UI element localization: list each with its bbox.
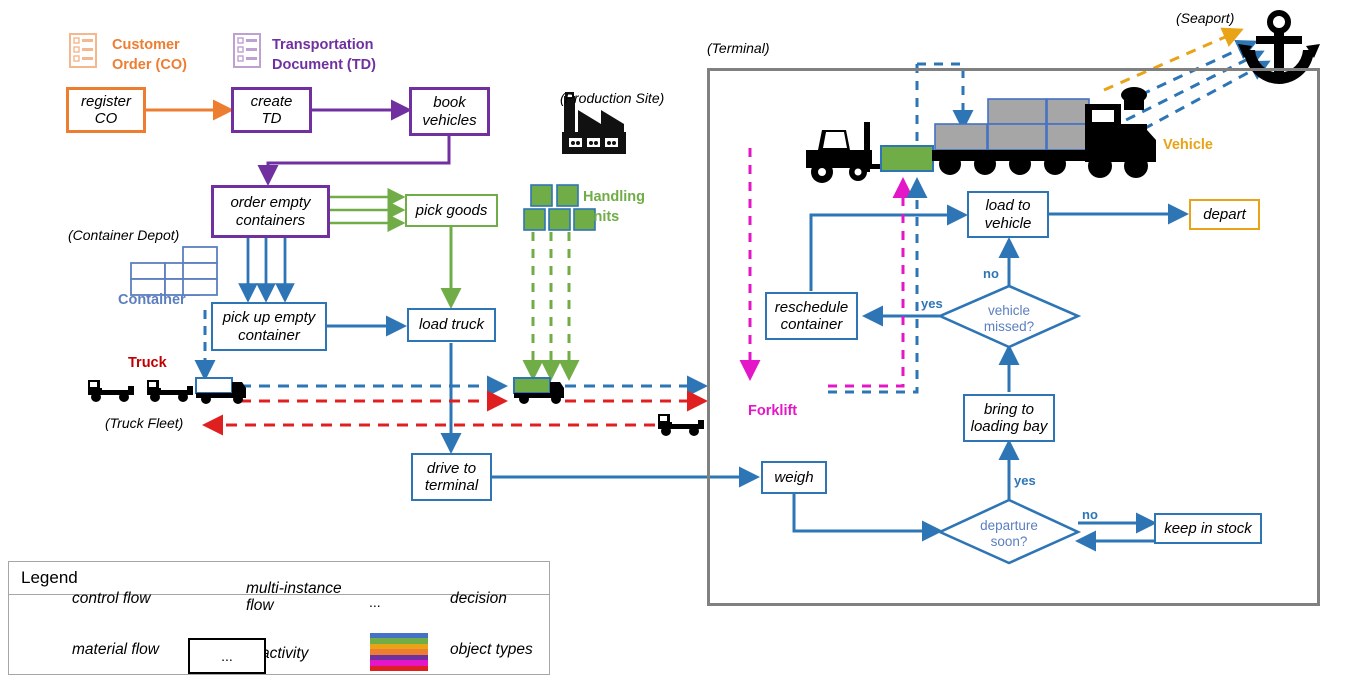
decision-vehicle-missed-text[interactable]: vehicle missed?: [959, 303, 1059, 335]
bring-line1: bring to: [983, 400, 1035, 418]
activity-bring-to-loading-bay[interactable]: bring to loading bay: [963, 394, 1055, 442]
vm-line1: vehicle: [987, 303, 1031, 318]
book-vehicles-line1: book: [433, 94, 466, 112]
label-terminal: (Terminal): [707, 40, 770, 56]
create-td-line2: TD: [261, 110, 282, 127]
ds-line2: soon?: [990, 534, 1028, 550]
legend-label-multi-instance-flow: multi-instance flow: [246, 580, 342, 615]
legend-label-object-types: object types: [450, 641, 533, 658]
label-container-depot: (Container Depot): [68, 227, 180, 243]
activity-reschedule-container[interactable]: reschedule container: [765, 292, 858, 340]
diagram-canvas: (Production Site) (Container Depot) (Tru…: [0, 0, 1346, 680]
order-empty-line2: containers: [235, 211, 306, 229]
object-type-truck: Truck: [128, 355, 167, 371]
td-line2: Document (TD): [272, 56, 376, 73]
vm-line2: missed?: [983, 319, 1035, 335]
document-icon-td: [233, 33, 261, 68]
book-vehicles-line2: vehicles: [422, 111, 477, 129]
ds-line1: departure: [980, 518, 1038, 533]
register-co-line2: CO: [94, 110, 118, 127]
activity-load-to-vehicle[interactable]: load to vehicle: [967, 191, 1049, 238]
activity-load-truck[interactable]: load truck: [407, 308, 496, 342]
legend-title: Legend: [21, 568, 78, 587]
edge-order-to-pick-multi: [330, 187, 406, 233]
create-td-line1: create: [250, 92, 293, 110]
activity-keep-in-stock[interactable]: keep in stock: [1154, 513, 1262, 544]
activity-book-vehicles[interactable]: book vehicles: [409, 87, 490, 136]
pick-goods-label: pick goods: [415, 201, 488, 219]
object-type-customer-order: Customer Order (CO): [112, 36, 187, 75]
object-type-vehicle: Vehicle: [1163, 137, 1213, 153]
hu-line2: Units: [583, 208, 620, 225]
td-line1: Transportation: [272, 37, 374, 53]
legend-object-types-stripes: [370, 633, 428, 671]
activity-depart[interactable]: depart: [1189, 199, 1260, 230]
activity-register-co[interactable]: register CO: [66, 87, 146, 133]
activity-pick-up-empty-container[interactable]: pick up empty container: [211, 302, 327, 351]
reschedule-line2: container: [780, 316, 843, 333]
truck-return-icon: [658, 414, 704, 436]
label-production-site: (Production Site): [560, 90, 665, 106]
co-line2: Order (CO): [112, 56, 187, 73]
pickup-line1: pick up empty: [222, 309, 316, 327]
material-handling-units-to-truck: [522, 232, 580, 381]
document-icon-co: [69, 33, 97, 68]
legend-activity-inner: ...: [221, 648, 233, 664]
drive-line2: terminal: [424, 477, 479, 494]
edge-label-missed-yes: yes: [921, 296, 943, 311]
register-co-line1: register: [80, 92, 132, 110]
legend-label-decision: decision: [450, 590, 507, 607]
drive-line1: drive to: [426, 459, 477, 477]
co-line1: Customer: [112, 37, 180, 53]
edge-label-departure-no: no: [1082, 507, 1098, 522]
activity-create-td[interactable]: create TD: [231, 87, 312, 133]
object-type-container: Container: [118, 292, 186, 308]
bring-line2: loading bay: [970, 418, 1048, 435]
label-seaport: (Seaport): [1176, 10, 1235, 26]
activity-pick-goods[interactable]: pick goods: [405, 194, 498, 227]
activity-weigh[interactable]: weigh: [761, 461, 827, 494]
legend-activity-rect: ...: [188, 638, 266, 674]
legend-label-material-flow: material flow: [72, 641, 159, 658]
reschedule-line1: reschedule: [774, 298, 849, 316]
stripe-red: [370, 665, 428, 671]
mi-line1: multi-instance: [246, 580, 342, 597]
keep-in-stock-label: keep in stock: [1164, 519, 1252, 537]
hu-line1: Handling: [583, 189, 646, 205]
label-truck-fleet: (Truck Fleet): [105, 415, 184, 431]
truck-with-container-icon: [195, 377, 246, 404]
load-vehicle-line1: load to: [985, 197, 1031, 215]
pickup-line2: container: [238, 326, 300, 344]
object-type-transportation-document: Transportation Document (TD): [272, 36, 376, 75]
decision-departure-soon-text[interactable]: departure soon?: [959, 518, 1059, 550]
activity-drive-to-terminal[interactable]: drive to terminal: [411, 453, 492, 501]
load-truck-label: load truck: [418, 316, 485, 334]
edge-label-departure-yes: yes: [1014, 473, 1036, 488]
truck-loaded-green-icon: [513, 377, 564, 404]
load-vehicle-line2: vehicle: [984, 214, 1032, 232]
mi-line2: flow: [246, 597, 274, 615]
order-empty-line1: order empty: [230, 194, 311, 212]
legend-label-control-flow: control flow: [72, 590, 151, 607]
material-truck-route-red: [202, 390, 708, 436]
edge-order-to-pickup-multi: [238, 238, 295, 303]
container-stack-icon: [130, 246, 218, 296]
legend-decision-inner: ...: [369, 594, 381, 610]
legend-label-activity: activity: [261, 645, 309, 662]
edge-book-to-order: [257, 136, 451, 186]
weigh-label: weigh: [774, 468, 814, 486]
object-type-handling-units: Handling Units: [583, 188, 645, 227]
truck-fleet-icon: [88, 377, 246, 404]
object-type-forklift: Forklift: [748, 403, 798, 419]
activity-order-empty-containers[interactable]: order empty containers: [211, 185, 330, 238]
edge-label-missed-no: no: [983, 266, 999, 281]
depart-label: depart: [1203, 205, 1246, 223]
